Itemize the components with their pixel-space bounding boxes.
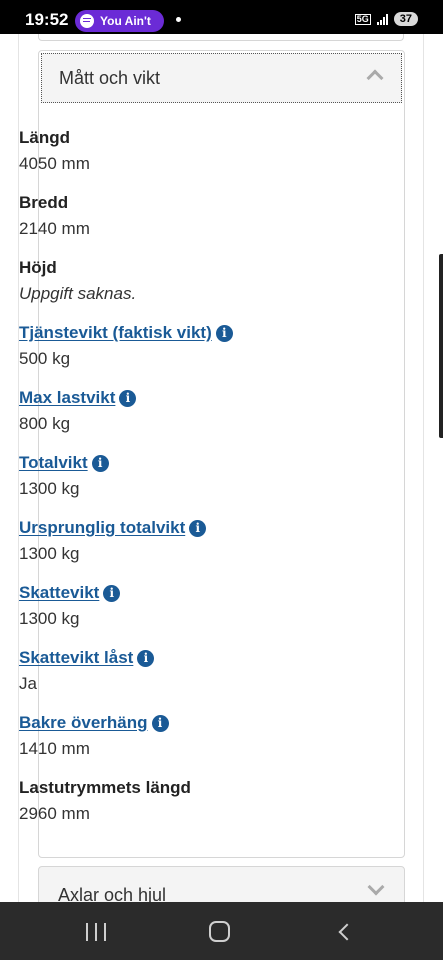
next-section-title: Axlar och hjul [58,885,167,902]
battery-indicator: 37 [393,12,418,26]
field-label: Höjd [19,258,57,277]
field-label-link[interactable]: Bakre överhäng i [19,710,349,736]
field-cargo-length: Lastutrymmets längd 2960 mm [19,775,349,840]
field-value: 2140 mm [19,219,90,238]
field-value: 1300 kg [19,479,80,498]
field-label-text: Bakre överhäng [19,713,148,732]
field-value: 1410 mm [19,739,90,758]
field-label-link[interactable]: Skattevikt låst i [19,645,349,671]
field-label: Bredd [19,193,69,212]
field-label-link[interactable]: Skattevikt i [19,580,349,606]
status-bar: 19:52 You Ain't 5G 37 [0,0,443,34]
network-type-icon: 5G [354,13,371,25]
info-icon[interactable]: i [103,584,121,602]
field-width: Bredd 2140 mm [19,190,349,255]
field-length: Längd 4050 mm [19,125,349,190]
field-value: 4050 mm [19,154,90,173]
info-icon[interactable]: i [119,389,137,407]
info-icon[interactable]: i [151,714,169,732]
field-original-total-weight: Ursprunglig totalvikt i 1300 kg [19,515,349,580]
field-label-text: Max lastvikt [19,388,116,407]
field-curb-weight: Tjänstevikt (faktisk vikt) i 500 kg [19,320,349,385]
back-icon[interactable] [338,923,356,941]
field-label-text: Ursprunglig totalvikt [19,518,186,537]
spotify-icon [80,14,94,28]
field-value: 2960 mm [19,804,90,823]
info-icon[interactable]: i [215,324,233,342]
field-max-load: Max lastvikt i 800 kg [19,385,349,450]
signal-icon [376,13,388,25]
field-label-text: Tjänstevikt (faktisk vikt) [19,323,212,342]
field-total-weight: Totalvikt i 1300 kg [19,450,349,515]
media-notification-pill[interactable]: You Ain't [75,10,164,32]
field-tax-weight-locked: Skattevikt låst i Ja [19,645,349,710]
field-tax-weight: Skattevikt i 1300 kg [19,580,349,645]
field-value: 1300 kg [19,544,80,563]
field-value: 1300 kg [19,609,80,628]
previous-section-card [38,34,404,41]
field-label: Lastutrymmets längd [19,778,191,797]
field-label-link[interactable]: Ursprunglig totalvikt i [19,515,349,541]
info-icon[interactable]: i [137,649,155,667]
info-icon[interactable]: i [189,519,207,537]
field-label-link[interactable]: Tjänstevikt (faktisk vikt) i [19,320,349,346]
field-label-text: Totalvikt [19,453,88,472]
field-value: 500 kg [19,349,71,368]
page-content: Mått och vikt Längd 4050 mm Bredd 2140 m… [0,34,443,902]
field-label: Längd [19,128,70,147]
field-rear-overhang: Bakre överhäng i 1410 mm [19,710,349,775]
chevron-down-icon[interactable] [367,878,385,896]
field-height: Höjd Uppgift saknas. [19,255,349,320]
field-label-text: Skattevikt låst [19,648,134,667]
edge-panel-handle[interactable] [439,254,443,438]
field-label-text: Skattevikt [19,583,100,602]
field-value: Ja [19,674,37,693]
field-label-link[interactable]: Totalvikt i [19,450,349,476]
notification-dot-icon [176,17,181,22]
status-time: 19:52 [25,10,69,29]
chevron-up-icon[interactable] [366,69,384,87]
info-icon[interactable]: i [91,454,109,472]
field-list: Längd 4050 mm Bredd 2140 mm Höjd Uppgift… [19,125,349,840]
section-card-axles[interactable]: Axlar och hjul [38,866,405,902]
field-label-link[interactable]: Max lastvikt i [19,385,349,411]
section-title: Mått och vikt [59,67,161,88]
home-icon[interactable] [209,921,230,942]
field-value: Uppgift saknas. [19,284,137,303]
section-header[interactable]: Mått och vikt [41,53,402,103]
field-value: 800 kg [19,414,71,433]
status-icons: 5G 37 [354,12,418,26]
media-title: You Ain't [100,14,151,28]
android-nav-bar [0,902,443,960]
recent-apps-icon[interactable] [86,923,106,941]
